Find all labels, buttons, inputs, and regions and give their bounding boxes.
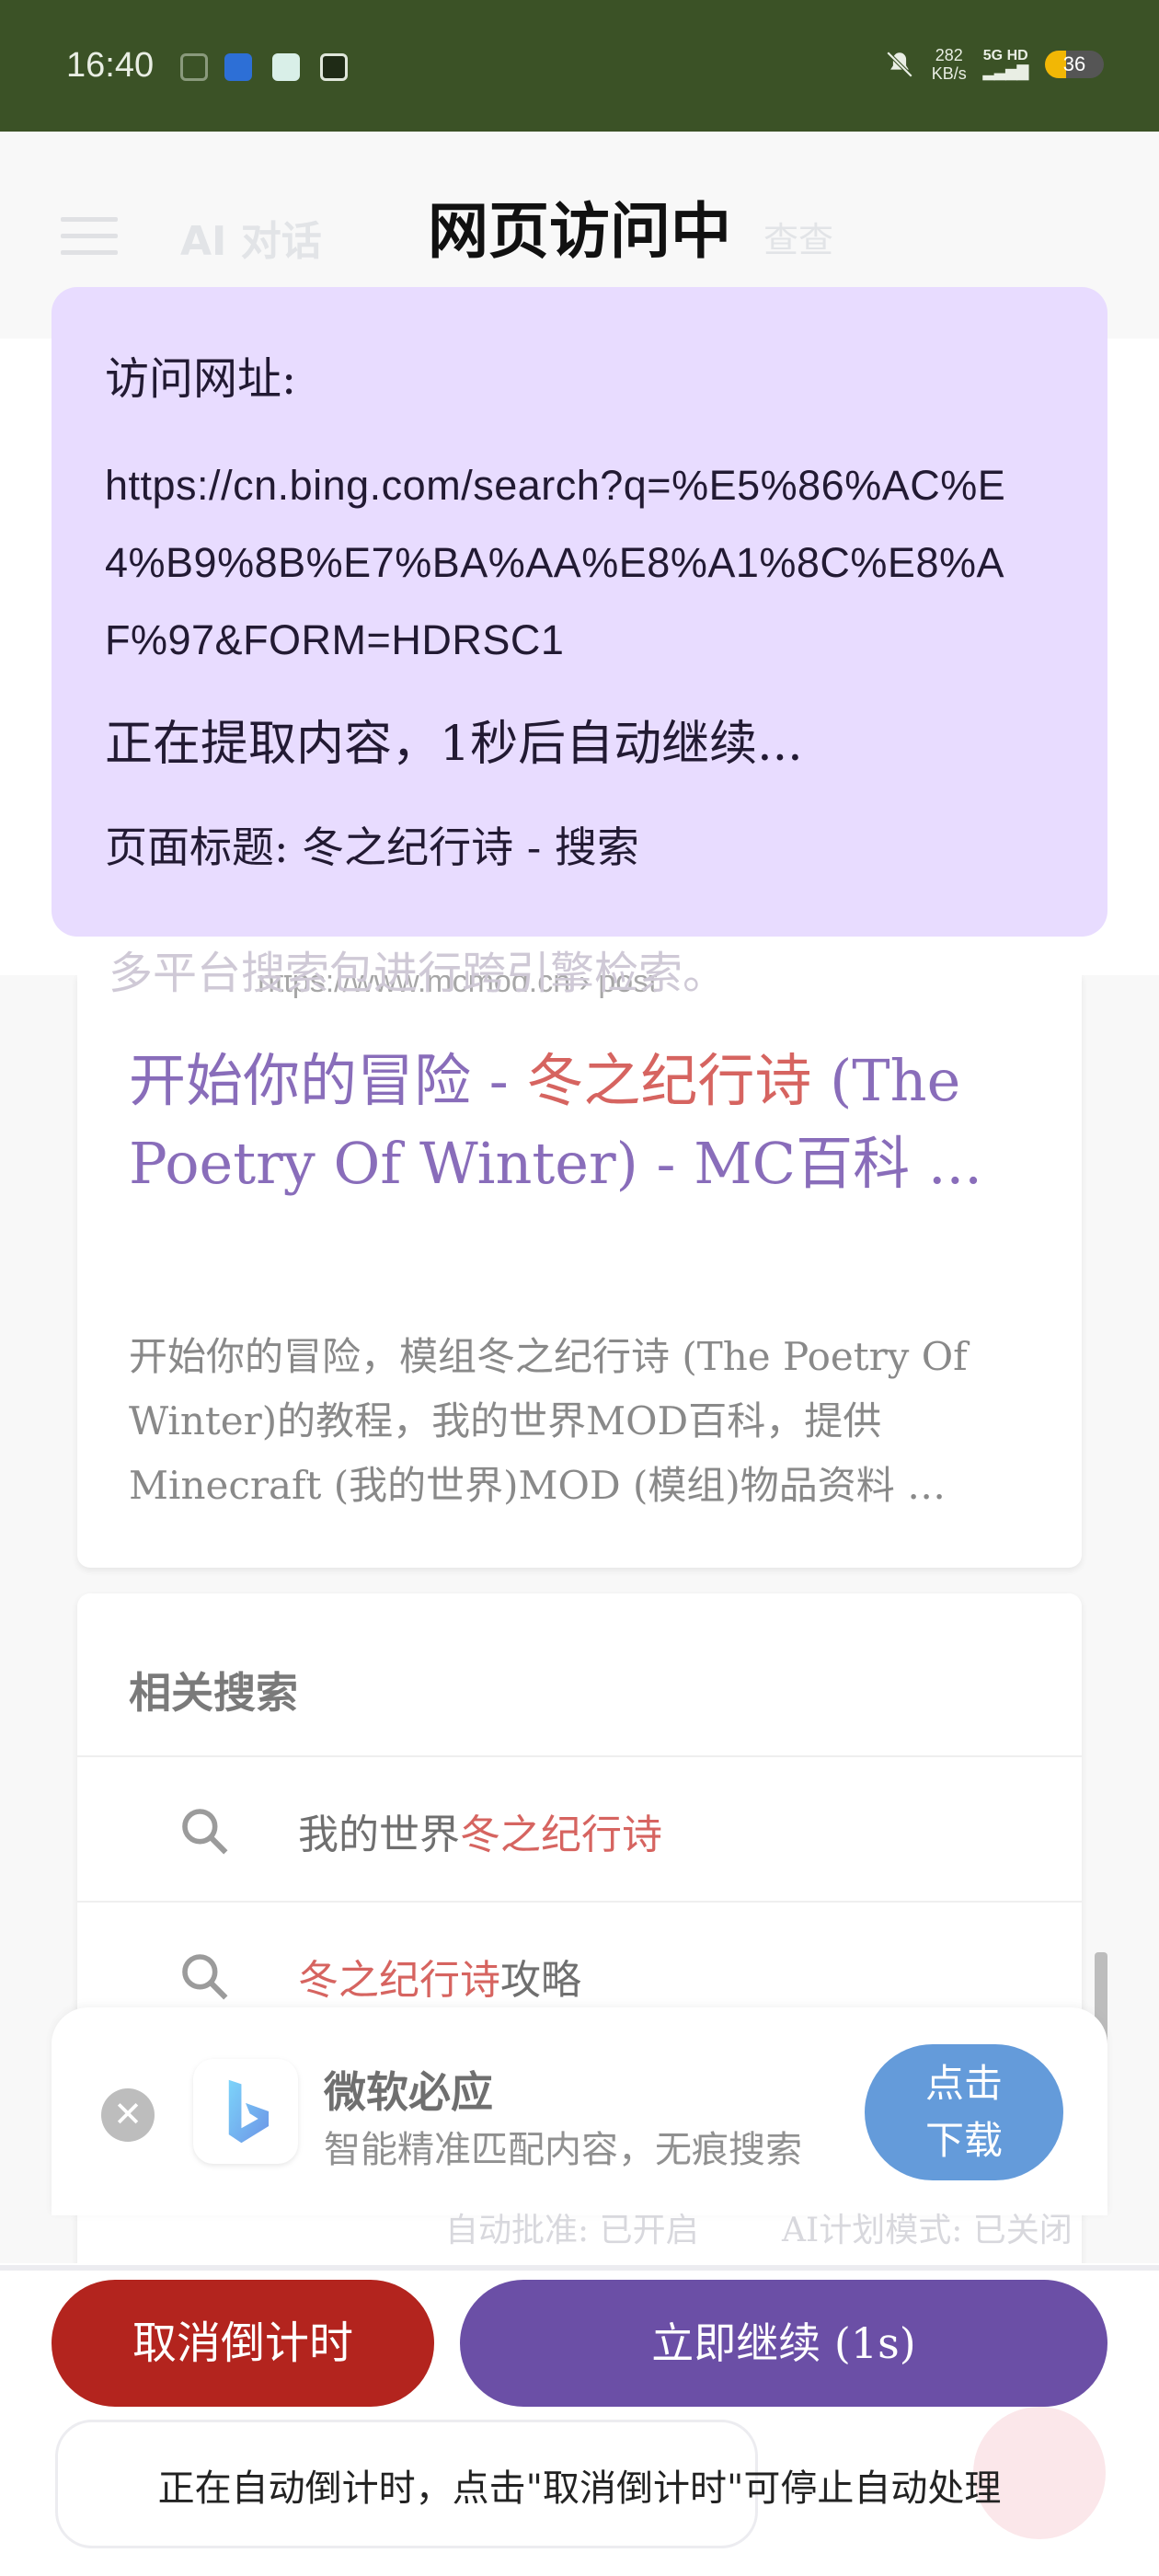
countdown-hint: 正在自动倒计时，点击"取消倒计时"可停止自动处理 (157, 2467, 1002, 2510)
url-text: https://cn.bing.com/search?q=%E5%86%AC%E… (105, 462, 1006, 663)
mute-bell-icon (886, 51, 913, 78)
continue-now-button[interactable]: 立即继续 (1s) (460, 2280, 1107, 2407)
plan-mode-status: AI计划模式: 已关闭 (782, 2212, 1073, 2249)
leaf-notification-icon (272, 53, 300, 81)
net-speed: 282 KB/s (931, 46, 967, 83)
dialog-title: 网页访问中 (428, 195, 731, 267)
mail-notification-icon (320, 53, 348, 81)
background-text: 多平台搜索包进行跨引擎检索。 (109, 948, 728, 999)
status-right: 282 KB/s 5G HD ▂▃▅▇ 36 (884, 46, 1104, 83)
page-title-text: 页面标题: 冬之纪行诗 - 搜索 (105, 822, 639, 872)
url-info-card: 访问网址: https://cn.bing.com/search?q=%E5%8… (52, 287, 1107, 937)
battery-icon: 36 (1045, 51, 1104, 78)
signal-bars-icon: ▂▃▅▇ (982, 64, 1028, 80)
cancel-countdown-button[interactable]: 取消倒计时 (52, 2280, 434, 2407)
status-text: 正在提取内容，1秒后自动继续... (105, 717, 803, 772)
status-time: 16:40 (66, 46, 155, 85)
network-indicator: 5G HD ▂▃▅▇ (982, 48, 1028, 80)
url-label: 访问网址: (105, 353, 297, 405)
status-bar: 16:40 282 KB/s 5G HD ▂▃▅▇ 36 (0, 0, 1159, 132)
app-notification-icon (224, 53, 252, 81)
file-notification-icon (180, 53, 208, 81)
auto-approve-status: 自动批准: 已开启 (445, 2212, 699, 2249)
